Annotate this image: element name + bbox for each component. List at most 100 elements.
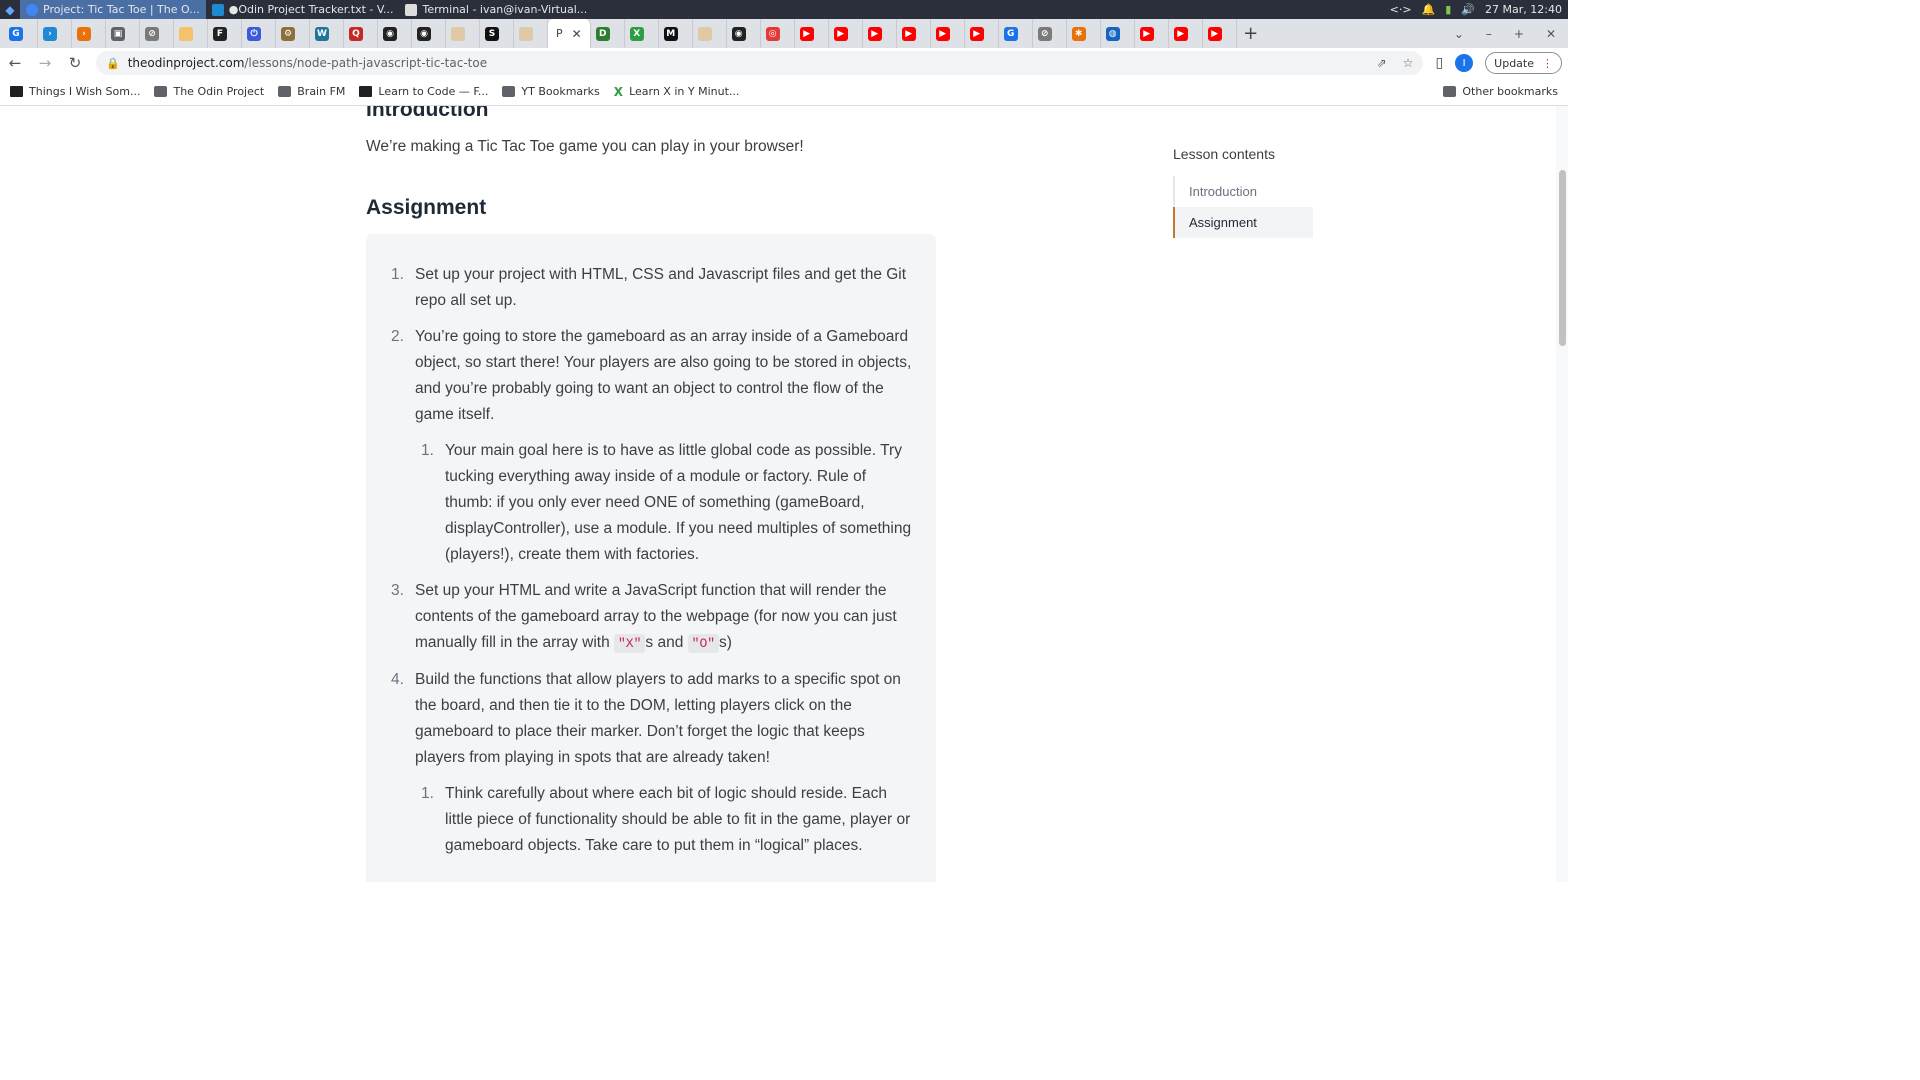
list-item: 1. Think carefully about where each bit … (421, 781, 914, 859)
tab-youtube-6[interactable]: ▶ (965, 19, 999, 48)
list-item: 1. Your main goal here is to have as lit… (421, 438, 914, 568)
reload-icon[interactable]: ↻ (66, 54, 84, 72)
tab-youtube-5[interactable]: ▶ (931, 19, 965, 48)
battery-icon[interactable]: ▮ (1445, 3, 1451, 16)
tab-github-c[interactable]: ◉ (727, 19, 761, 48)
app-menu-icon[interactable]: ◆ (0, 0, 20, 19)
close-icon[interactable]: ✕ (572, 27, 582, 41)
tab-vscode[interactable]: › (38, 19, 72, 48)
tab-youtube-7[interactable]: ▶ (1135, 19, 1169, 48)
bookmark-item[interactable]: Learn to Code — F... (359, 85, 488, 98)
step-text: Your main goal here is to have as little… (445, 442, 912, 563)
page-scrollbar[interactable] (1556, 106, 1568, 882)
taskbar-item-chrome[interactable]: Project: Tic Tac Toe | The O... (20, 0, 206, 19)
toc-item-introduction[interactable]: Introduction (1175, 176, 1313, 207)
assignment-box: 1. Set up your project with HTML, CSS an… (366, 234, 936, 882)
tab-google[interactable]: G (4, 19, 38, 48)
maximize-icon[interactable]: + (1514, 27, 1524, 41)
bookmark-star-icon[interactable]: ☆ (1403, 56, 1414, 70)
bookmark-label: YT Bookmarks (521, 85, 600, 98)
vscode-icon (211, 3, 224, 16)
scrollbar-thumb[interactable] (1559, 170, 1566, 346)
update-button[interactable]: Update ⋮ (1485, 52, 1562, 74)
tab-x[interactable]: X (625, 19, 659, 48)
tab-youtube-4[interactable]: ▶ (897, 19, 931, 48)
system-taskbar: ◆ Project: Tic Tac Toe | The O... ●Odin … (0, 0, 1568, 19)
window-close-icon[interactable]: ✕ (1546, 27, 1556, 41)
tab-youtube-8[interactable]: ▶ (1169, 19, 1203, 48)
step-text: You’re going to store the gameboard as a… (415, 328, 912, 423)
folder-icon (502, 86, 516, 97)
taskbar-item-vscode[interactable]: ●Odin Project Tracker.txt - V... (206, 0, 400, 19)
tab-github-a[interactable]: ◉ (378, 19, 412, 48)
forward-arrow-icon[interactable]: → (36, 54, 54, 72)
share-icon[interactable]: ⇗ (1377, 56, 1387, 70)
tab-globe[interactable]: ◎ (761, 19, 795, 48)
bookmark-folder[interactable]: Brain FM (278, 85, 345, 98)
step-text: Build the functions that allow players t… (415, 671, 901, 766)
tab-m[interactable]: M (659, 19, 693, 48)
tab-power[interactable]: ⏻ (242, 19, 276, 48)
tab-youtube-1[interactable]: ▶ (795, 19, 829, 48)
tab-github-b[interactable]: ◉ (412, 19, 446, 48)
tab-s[interactable]: S (480, 19, 514, 48)
tab-search[interactable]: Q (344, 19, 378, 48)
tab-hand-c[interactable] (693, 19, 727, 48)
bookmark-label: Learn X in Y Minut... (629, 85, 740, 98)
address-bar[interactable]: 🔒 theodinproject.com/lessons/node-path-j… (96, 51, 1424, 75)
tab-blue[interactable]: ◍ (1101, 19, 1135, 48)
list-item: 2. You’re going to store the gameboard a… (391, 324, 914, 568)
tab-folder[interactable] (174, 19, 208, 48)
folder-icon (278, 86, 292, 97)
taskbar-item-terminal[interactable]: Terminal - ivan@ivan-Virtual... (399, 0, 593, 19)
bookmark-item[interactable]: X Learn X in Y Minut... (614, 85, 740, 99)
taskbar-item-label: ●Odin Project Tracker.txt - V... (228, 3, 394, 16)
back-arrow-icon[interactable]: ← (6, 54, 24, 72)
tab-tic-tac-toe-active[interactable]: P ✕ (548, 19, 591, 48)
tab-hand-a[interactable] (446, 19, 480, 48)
code-x: "X" (614, 634, 646, 653)
tab-dp[interactable]: D (591, 19, 625, 48)
tab-youtube-9[interactable]: ▶ (1203, 19, 1237, 48)
lock-icon[interactable]: 🔒 (106, 57, 120, 70)
tab-hand-b[interactable] (514, 19, 548, 48)
notification-bell-icon[interactable]: 🔔 (1422, 3, 1436, 16)
browser-tab-strip: G › › ▣ ⊘ F ⏻ ⚙ W Q ◉ ◉ S P ✕ D X M ◉ ◎ … (0, 19, 1568, 48)
tab-google-2[interactable]: G (999, 19, 1033, 48)
side-panel-icon[interactable]: ▯ (1435, 55, 1443, 71)
bookmarks-bar: Things I Wish Som... The Odin Project Br… (0, 78, 1568, 106)
tab-odin-a[interactable]: ⚙ (276, 19, 310, 48)
tab-wordpress[interactable]: W (310, 19, 344, 48)
bookmark-favicon-icon (359, 86, 373, 97)
new-tab-button[interactable]: + (1237, 23, 1265, 44)
clock[interactable]: 27 Mar, 12:40 (1485, 3, 1562, 16)
tab-youtube-3[interactable]: ▶ (863, 19, 897, 48)
terminal-icon (405, 3, 418, 16)
tab-star[interactable]: ✱ (1067, 19, 1101, 48)
system-tray: <·> 🔔 ▮ 🔊 27 Mar, 12:40 (1390, 3, 1568, 16)
tab-jira[interactable]: › (72, 19, 106, 48)
tab-blocked[interactable]: ⊘ (140, 19, 174, 48)
bookmark-item[interactable]: Things I Wish Som... (10, 85, 140, 98)
tab-youtube-2[interactable]: ▶ (829, 19, 863, 48)
tab-blocked-2[interactable]: ⊘ (1033, 19, 1067, 48)
other-bookmarks-folder[interactable]: Other bookmarks (1443, 85, 1558, 98)
tab-search-icon[interactable]: ⌄ (1454, 27, 1464, 41)
introduction-heading: Introduction (366, 106, 489, 121)
list-item: 1. Set up your project with HTML, CSS an… (391, 262, 914, 314)
profile-avatar[interactable]: I (1455, 54, 1474, 72)
bookmark-folder[interactable]: YT Bookmarks (502, 85, 600, 98)
lesson-contents-list: Introduction Assignment (1173, 176, 1313, 238)
minimize-icon[interactable]: – (1486, 27, 1492, 41)
volume-icon[interactable]: 🔊 (1461, 3, 1475, 16)
toc-item-assignment[interactable]: Assignment (1173, 207, 1313, 238)
bookmark-label: Brain FM (297, 85, 346, 98)
network-icon[interactable]: <·> (1390, 3, 1412, 16)
step-number: 3. (391, 582, 404, 599)
step-number: 4. (391, 671, 404, 688)
tab-f[interactable]: F (208, 19, 242, 48)
step-number: 1. (421, 442, 434, 459)
url-path: /lessons/node-path-javascript-tic-tac-to… (244, 56, 488, 70)
bookmark-folder[interactable]: The Odin Project (154, 85, 264, 98)
tab-shield[interactable]: ▣ (106, 19, 140, 48)
